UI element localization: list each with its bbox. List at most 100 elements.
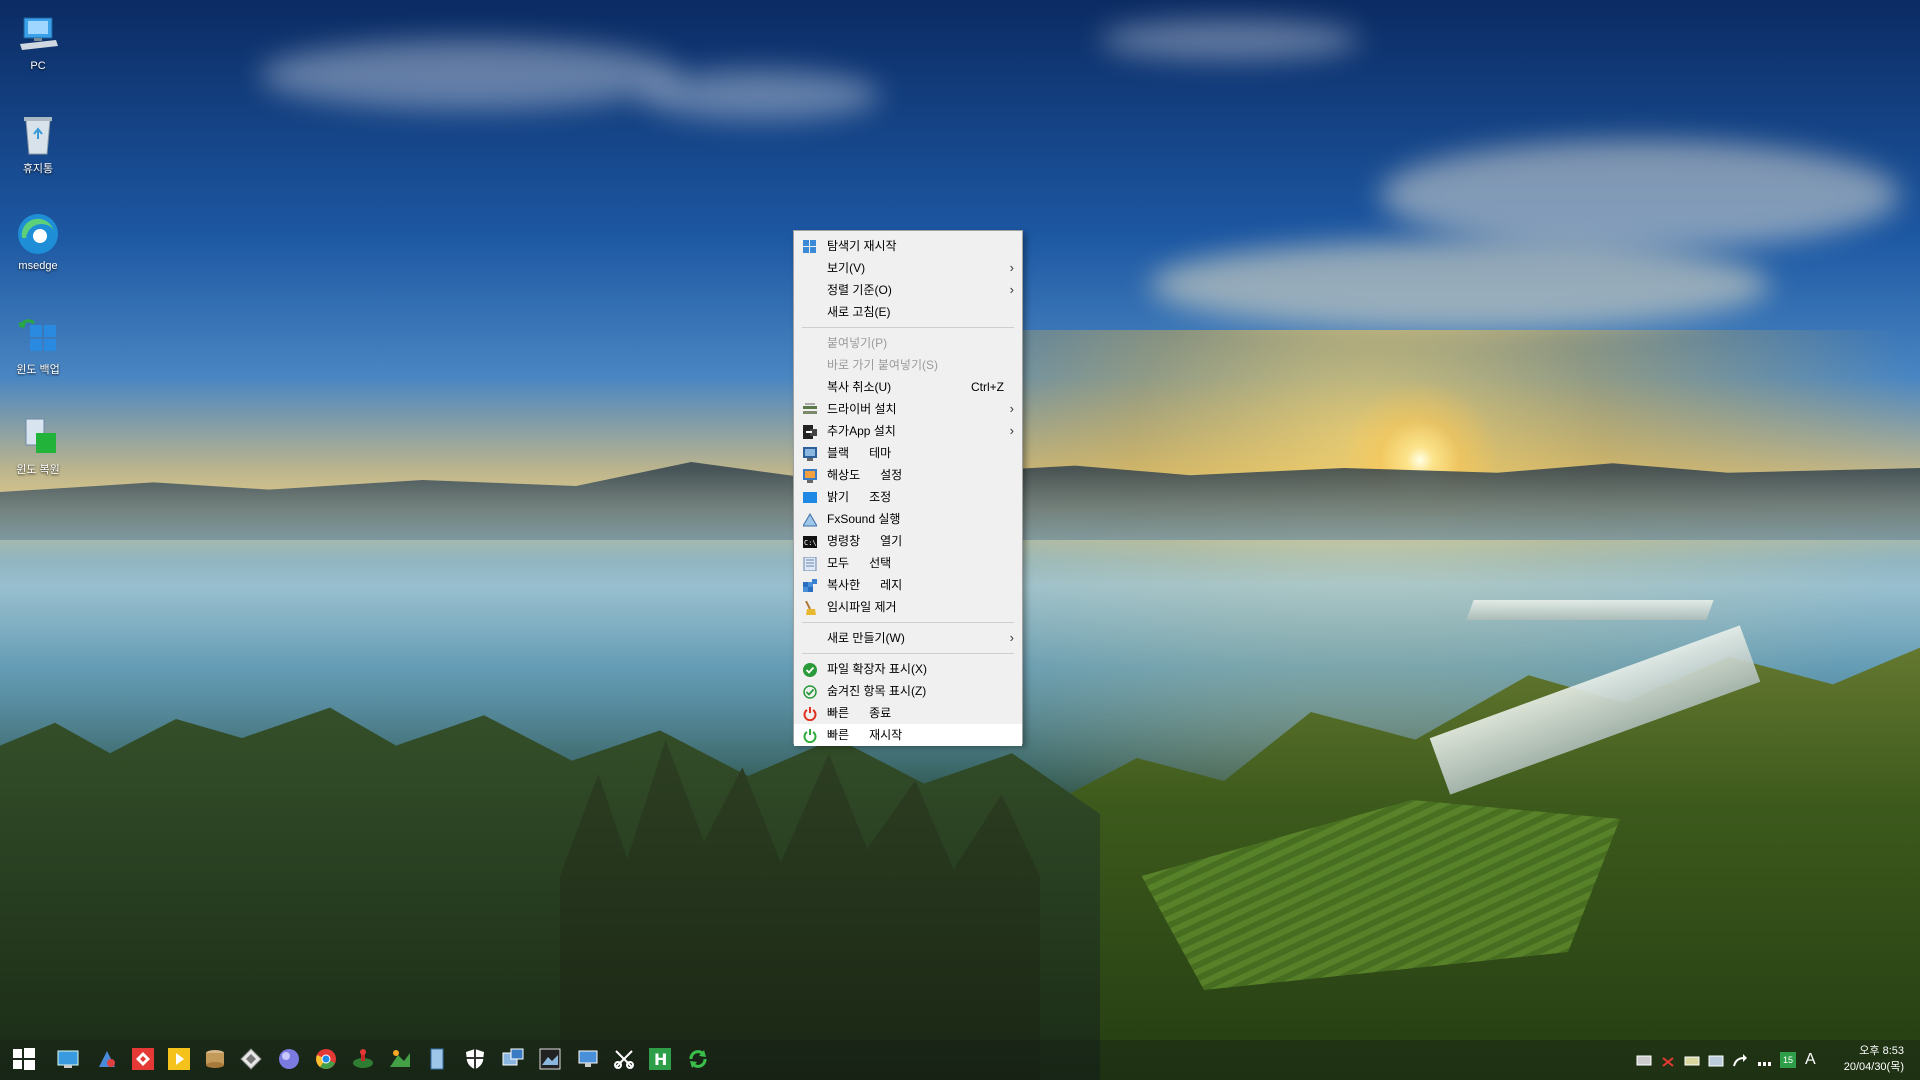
menu-item-show-hidden[interactable]: 숨겨진 항목 표시(Z) [794, 680, 1022, 702]
check-circle-outline-icon [803, 684, 817, 699]
taskbar-clock[interactable]: 오후 8:53 20/04/30(목) [1814, 1043, 1904, 1075]
desktop-icon-recycle-bin[interactable]: 휴지통 [4, 104, 72, 176]
shield-icon[interactable] [463, 1047, 487, 1071]
menu-item-fxsound[interactable]: FxSound 실행 [794, 508, 1022, 530]
menu-separator [802, 622, 1014, 623]
cloud [260, 40, 680, 110]
menu-item-label: 드라이버 설치 [827, 402, 897, 416]
clock-date: 20/04/30(목) [1843, 1061, 1904, 1073]
brightness-icon [803, 490, 817, 504]
document-icon[interactable] [425, 1047, 449, 1071]
resolution-icon [803, 468, 817, 483]
tray-device-icon[interactable] [1684, 1048, 1700, 1072]
check-circle-icon [803, 662, 817, 677]
anydesk-icon[interactable] [131, 1047, 155, 1071]
tray-display-icon[interactable] [1708, 1048, 1724, 1072]
chevron-right-icon: › [1009, 260, 1014, 275]
menu-item-select-all[interactable]: 모두 선택 [794, 552, 1022, 574]
menu-item-paste-shortcut: 바로 가기 붙여넣기(S) [794, 354, 1022, 376]
menu-item-label: 정렬 기준(O) [827, 283, 892, 297]
svg-text:H: H [654, 1050, 667, 1069]
menu-item-label: 추가App 설치 [827, 424, 896, 438]
landscape-icon[interactable] [388, 1047, 412, 1071]
menu-item-undo-copy[interactable]: 복사 취소(U) Ctrl+Z [794, 376, 1022, 398]
menu-item-copied-registry[interactable]: 복사한 레지 [794, 574, 1022, 596]
tray-badge[interactable]: 15 [1780, 1052, 1796, 1068]
windows-start-icon[interactable] [12, 1047, 36, 1071]
desktop-icon-backup[interactable]: 윈도 백업 [4, 305, 72, 377]
monitor-icon[interactable] [576, 1047, 600, 1071]
chevron-right-icon: › [1009, 401, 1014, 416]
menu-item-label: 모두 선택 [827, 556, 892, 570]
menu-item-clean-temp[interactable]: 임시파일 제거 [794, 596, 1022, 618]
menu-separator [802, 653, 1014, 654]
scissors-icon[interactable] [612, 1047, 636, 1071]
tray-share-icon[interactable] [1732, 1048, 1748, 1072]
diamond-icon[interactable] [239, 1047, 263, 1071]
menu-item-label: 명령창 열기 [827, 534, 903, 548]
menu-item-app-install[interactable]: 추가App 설치 › [794, 420, 1022, 442]
menu-item-paste: 붙여넣기(P) [794, 332, 1022, 354]
select-all-icon [803, 556, 817, 572]
h-editor-icon[interactable]: H [648, 1047, 672, 1071]
remote-icon[interactable] [501, 1047, 525, 1071]
power-red-icon [803, 706, 817, 722]
menu-item-label: 밝기 조정 [827, 490, 892, 504]
desktop-icon-pc[interactable]: PC [4, 4, 72, 72]
chevron-right-icon: › [1009, 630, 1014, 645]
broom-icon [803, 600, 817, 615]
power-green-icon [803, 728, 817, 744]
joystick-icon[interactable] [351, 1047, 375, 1071]
desktop-icon-label: 휴지통 [22, 163, 54, 175]
menu-item-restart-explorer[interactable]: 탐색기 재시작 [794, 235, 1022, 257]
disk-icon[interactable] [203, 1047, 227, 1071]
menu-item-quick-restart[interactable]: 빠른 재시작 [794, 724, 1022, 746]
chevron-right-icon: › [1009, 282, 1014, 297]
cloud [1380, 140, 1900, 250]
desktop-icon-restore[interactable]: 윈도 복원 [4, 405, 72, 477]
menu-item-sort-by[interactable]: 정렬 기준(O) › [794, 279, 1022, 301]
menu-item-brightness[interactable]: 밝기 조정 [794, 486, 1022, 508]
edge-icon [14, 210, 62, 258]
menu-item-command-prompt[interactable]: C:\ 명령창 열기 [794, 530, 1022, 552]
menu-item-label: 해상도 설정 [827, 468, 903, 482]
menu-item-black-theme[interactable]: 블랙 테마 [794, 442, 1022, 464]
menu-item-refresh[interactable]: 새로 고침(E) [794, 301, 1022, 323]
menu-item-label: 파일 확장자 표시(X) [827, 662, 927, 676]
menu-item-view[interactable]: 보기(V) › [794, 257, 1022, 279]
menu-item-label: 빠른 재시작 [827, 728, 903, 742]
tray-warning-icon[interactable] [1660, 1048, 1676, 1072]
fxsound-icon [802, 512, 818, 527]
desktop-icon-label: PC [30, 60, 46, 72]
restore-icon [14, 411, 62, 459]
tray-bar-icon[interactable] [1756, 1048, 1772, 1072]
menu-item-new[interactable]: 새로 만들기(W) › [794, 627, 1022, 649]
tray-network-icon[interactable] [1636, 1048, 1652, 1072]
potplayer-icon[interactable] [167, 1047, 191, 1071]
menu-item-show-extensions[interactable]: 파일 확장자 표시(X) [794, 658, 1022, 680]
menu-item-label: 복사한 레지 [827, 578, 903, 592]
explorer-icon [803, 239, 817, 253]
orb-icon[interactable] [277, 1047, 301, 1071]
cloud [1150, 240, 1770, 330]
menu-item-label: 임시파일 제거 [827, 600, 897, 614]
desktop-icon-msedge[interactable]: msedge [4, 204, 72, 272]
desktop-icon-label: 윈도 복원 [16, 464, 60, 476]
menu-item-quick-shutdown[interactable]: 빠른 종료 [794, 702, 1022, 724]
menu-item-label: 새로 고침(E) [827, 305, 891, 319]
chrome-icon[interactable] [314, 1047, 338, 1071]
menu-item-driver-install[interactable]: 드라이버 설치 › [794, 398, 1022, 420]
menu-item-resolution[interactable]: 해상도 설정 [794, 464, 1022, 486]
registry-icon [803, 578, 817, 592]
menu-item-shortcut: Ctrl+Z [971, 380, 1004, 394]
menu-item-label: 붙여넣기(P) [827, 336, 888, 350]
paint-icon[interactable] [95, 1047, 119, 1071]
desktop-context-menu: 탐색기 재시작 보기(V) › 정렬 기준(O) › 새로 고침(E) 붙여넣기… [793, 230, 1023, 746]
theme-icon [803, 446, 817, 461]
menu-separator [802, 327, 1014, 328]
image-icon[interactable] [538, 1047, 562, 1071]
desktop-icon[interactable] [56, 1047, 80, 1071]
menu-item-label: 바로 가기 붙여넣기(S) [827, 358, 938, 372]
refresh-icon[interactable] [686, 1047, 710, 1071]
chevron-right-icon: › [1009, 423, 1014, 438]
